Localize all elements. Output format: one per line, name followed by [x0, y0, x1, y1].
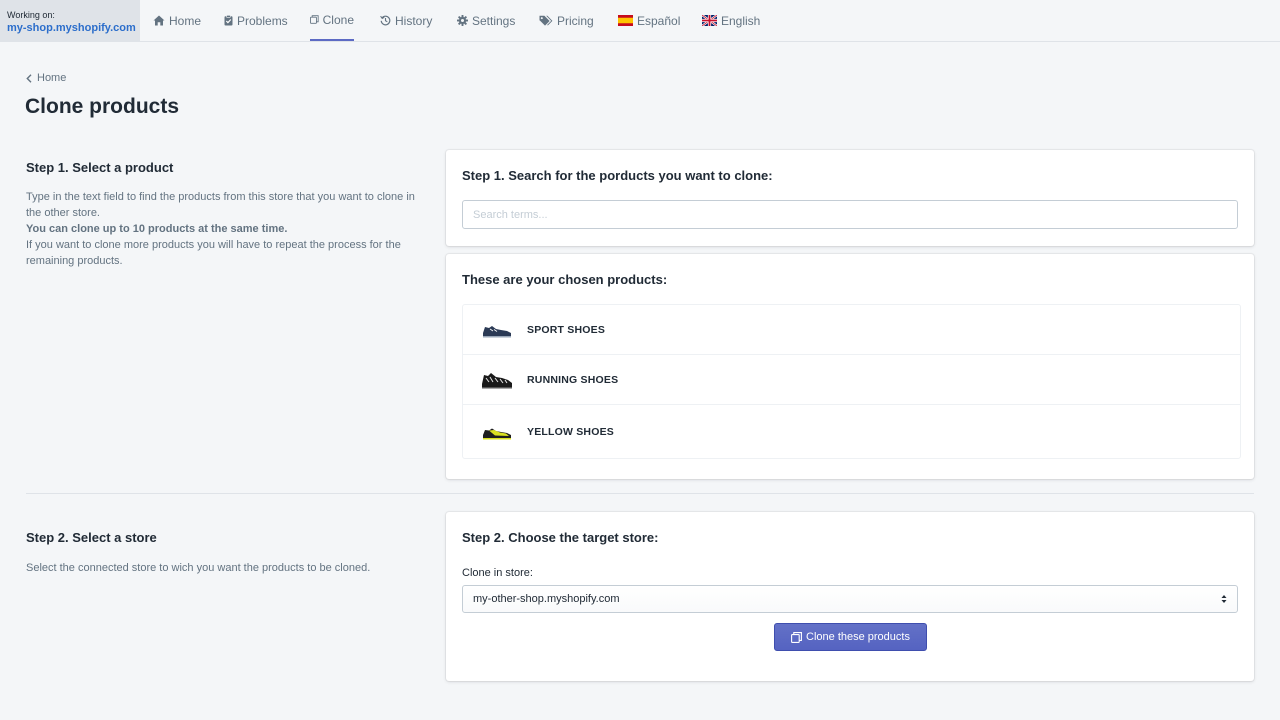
step2-description: Select the connected store to wich you w… — [26, 560, 421, 576]
tags-icon — [539, 15, 553, 26]
clone-button-label: Clone these products — [806, 631, 910, 643]
selected-store-value: my-other-shop.myshopify.com — [473, 593, 620, 605]
chosen-products-list: SPORT SHOES RUNNING SHOES YELLOW SHOES — [462, 304, 1241, 459]
nav-item-label: Pricing — [557, 13, 594, 28]
product-name: YELLOW SHOES — [527, 425, 614, 438]
nav-item-language-spanish[interactable]: Español — [618, 0, 680, 41]
breadcrumb-home-link[interactable]: Home — [37, 72, 66, 84]
target-store-card: Step 2. Choose the target store: Clone i… — [446, 512, 1254, 681]
product-name: SPORT SHOES — [527, 323, 606, 336]
list-item[interactable]: RUNNING SHOES — [463, 355, 1240, 405]
section-divider — [26, 493, 1254, 494]
select-arrows-icon — [1221, 595, 1227, 603]
nav-item-label: History — [395, 13, 433, 28]
nav-item-label: English — [721, 13, 761, 28]
step1-desc-limit: You can clone up to 10 products at the s… — [26, 223, 288, 235]
uk-flag-icon — [702, 15, 717, 26]
nav-item-home[interactable]: Home — [153, 0, 201, 41]
nav-item-label: Settings — [472, 13, 516, 28]
nav-item-pricing[interactable]: Pricing — [539, 0, 594, 41]
target-store-title: Step 2. Choose the target store: — [462, 530, 659, 545]
product-name: RUNNING SHOES — [527, 373, 619, 386]
clone-in-store-label: Clone in store: — [462, 567, 533, 579]
step1-description: Type in the text field to find the produ… — [26, 189, 421, 269]
search-input[interactable] — [462, 200, 1238, 229]
working-on-store: Working on: my-shop.myshopify.com — [0, 0, 140, 41]
breadcrumb[interactable]: Home — [26, 72, 66, 84]
step2-desc-text: Select the connected store to wich you w… — [26, 562, 371, 574]
gear-icon — [457, 15, 468, 26]
search-products-card: Step 1. Search for the porducts you want… — [446, 150, 1254, 246]
step1-desc-repeat: If you want to clone more products you w… — [26, 239, 401, 267]
list-item[interactable]: SPORT SHOES — [463, 305, 1240, 355]
shoe-thumbnail-icon — [482, 372, 512, 388]
step1-desc-text: Type in the text field to find the produ… — [26, 191, 415, 219]
nav-item-history[interactable]: History — [380, 0, 432, 41]
clipboard-check-icon — [224, 15, 233, 26]
current-shop-name[interactable]: my-shop.myshopify.com — [7, 21, 140, 35]
nav-item-problems[interactable]: Problems — [224, 0, 288, 41]
shoe-thumbnail-icon — [483, 325, 511, 337]
step1-side-title: Step 1. Select a product — [26, 160, 174, 175]
clone-icon — [310, 15, 319, 24]
chosen-products-card: These are your chosen products: SPORT SH… — [446, 254, 1254, 479]
nav-item-label: Español — [637, 13, 681, 28]
working-on-label: Working on: — [7, 10, 55, 20]
target-store-select[interactable]: my-other-shop.myshopify.com — [462, 585, 1238, 613]
nav-item-clone[interactable]: Clone — [310, 0, 354, 41]
step1-description-section: Step 1. Select a product Type in the tex… — [26, 160, 421, 269]
nav-item-label: Problems — [237, 13, 288, 28]
step2-side-title: Step 2. Select a store — [26, 530, 157, 545]
top-navigation: Working on: my-shop.myshopify.com Home P… — [0, 0, 1280, 42]
step2-description-section: Step 2. Select a store Select the connec… — [26, 530, 421, 576]
nav-item-label: Clone — [322, 12, 354, 27]
search-card-title: Step 1. Search for the porducts you want… — [462, 168, 773, 183]
spain-flag-icon — [618, 15, 633, 26]
history-icon — [380, 15, 391, 26]
clone-icon — [791, 631, 802, 643]
nav-item-language-english[interactable]: English — [702, 0, 760, 41]
chosen-products-title: These are your chosen products: — [462, 272, 668, 287]
page-title: Clone products — [25, 95, 180, 118]
chevron-left-icon — [26, 73, 32, 83]
list-item[interactable]: YELLOW SHOES — [463, 405, 1240, 458]
clone-products-button[interactable]: Clone these products — [774, 623, 927, 651]
nav-item-label: Home — [169, 13, 202, 28]
home-icon — [153, 15, 165, 26]
shoe-thumbnail-icon — [483, 428, 511, 439]
nav-item-settings[interactable]: Settings — [457, 0, 515, 41]
